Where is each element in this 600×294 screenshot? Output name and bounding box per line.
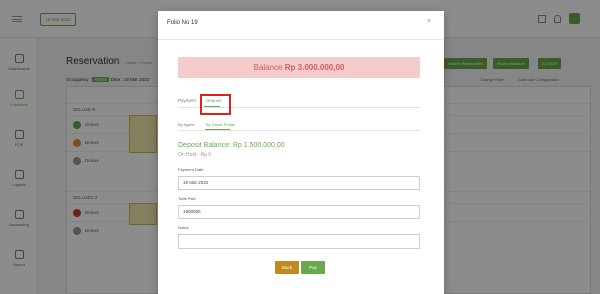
deposit-subtabs: By Agent By Guest Profile (178, 121, 420, 131)
subtab-by-guest-profile[interactable]: By Guest Profile (206, 122, 235, 127)
active-subtab-indicator (205, 129, 230, 130)
highlight-box (200, 94, 231, 115)
balance-banner: Balance Rp 3.000.000,00 (178, 57, 420, 78)
subtab-by-agent[interactable]: By Agent (178, 122, 194, 127)
payment-date-label: Payment Date (178, 167, 204, 172)
close-icon[interactable]: × (424, 17, 434, 27)
total-paid-label: Total Paid (178, 196, 196, 201)
notes-field[interactable] (178, 234, 420, 249)
pay-button[interactable]: Pay (301, 261, 325, 274)
folio-modal: Folio No 19 × Balance Rp 3.000.000,00 Pa… (158, 11, 444, 294)
payment-date-field[interactable]: 19 Mar 2022 (178, 176, 420, 190)
balance-amount: Rp 3.000.000,00 (284, 63, 345, 72)
modal-title: Folio No 19 (167, 20, 198, 26)
on-hold-amount: On Hold : Rp 0 (178, 152, 212, 158)
notes-label: Notes (178, 225, 189, 230)
deposit-balance: Deposit Balance: Rp 1.500.000,00 (178, 142, 285, 149)
divider (158, 39, 444, 40)
total-paid-field[interactable]: 1500000 (178, 205, 420, 219)
back-button[interactable]: Back (275, 261, 299, 274)
tab-payment[interactable]: Payment (178, 98, 196, 103)
